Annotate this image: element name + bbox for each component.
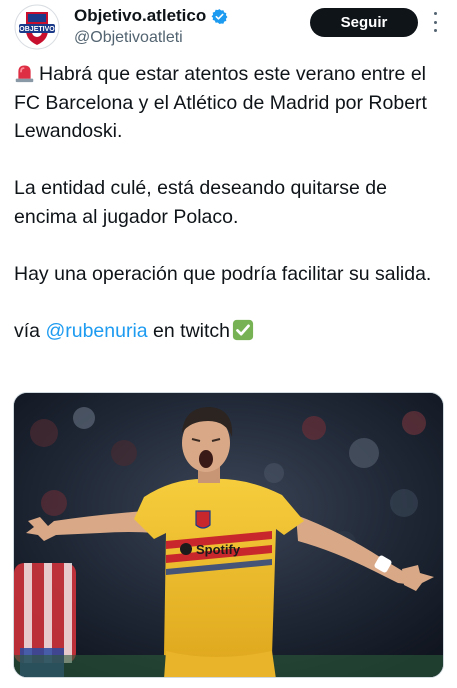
player-celebration-photo: Spotify: [14, 393, 443, 677]
display-name-row: Objetivo.atletico: [74, 5, 228, 27]
via-prefix: vía: [14, 319, 46, 342]
objetivo-logo: OBJETIVO: [14, 4, 60, 50]
tweet-text: Habrá que estar atentos este verano entr…: [14, 60, 444, 345]
tweet-paragraph-1: Habrá que estar atentos este verano entr…: [14, 60, 444, 146]
tweet-line-3: Hay una operación que podría facilitar s…: [14, 262, 432, 285]
via-suffix: en twitch: [147, 319, 230, 342]
rotating-light-emoji: [15, 65, 34, 83]
jersey-sponsor-text: Spotify: [196, 542, 241, 557]
account-handle[interactable]: @Objetivoatleti: [74, 29, 228, 47]
tweet-media-image[interactable]: Spotify: [13, 392, 444, 678]
tweet-line-1: Habrá que estar atentos este verano entr…: [14, 63, 427, 142]
tweet-paragraph-3: Hay una operación que podría facilitar s…: [14, 260, 444, 289]
check-mark-button-emoji: [232, 319, 254, 340]
tweet-header: OBJETIVO Objetivo.atletico @Objetivoatle…: [0, 0, 457, 60]
more-options-icon[interactable]: [428, 12, 442, 32]
display-name[interactable]: Objetivo.atletico: [74, 6, 206, 26]
tweet-line-2: La entidad culé, está deseando quitarse …: [14, 177, 387, 228]
avatar[interactable]: OBJETIVO: [14, 4, 60, 50]
tweet-paragraph-4: vía @rubenuria en twitch: [14, 317, 444, 346]
verified-badge-icon: [211, 8, 228, 24]
tweet-paragraph-2: La entidad culé, está deseando quitarse …: [14, 174, 444, 231]
mention-link[interactable]: @rubenuria: [45, 320, 147, 342]
avatar-text: OBJETIVO: [19, 26, 55, 33]
follow-button[interactable]: Seguir: [310, 8, 418, 37]
account-names: Objetivo.atletico @Objetivoatleti: [74, 5, 228, 47]
